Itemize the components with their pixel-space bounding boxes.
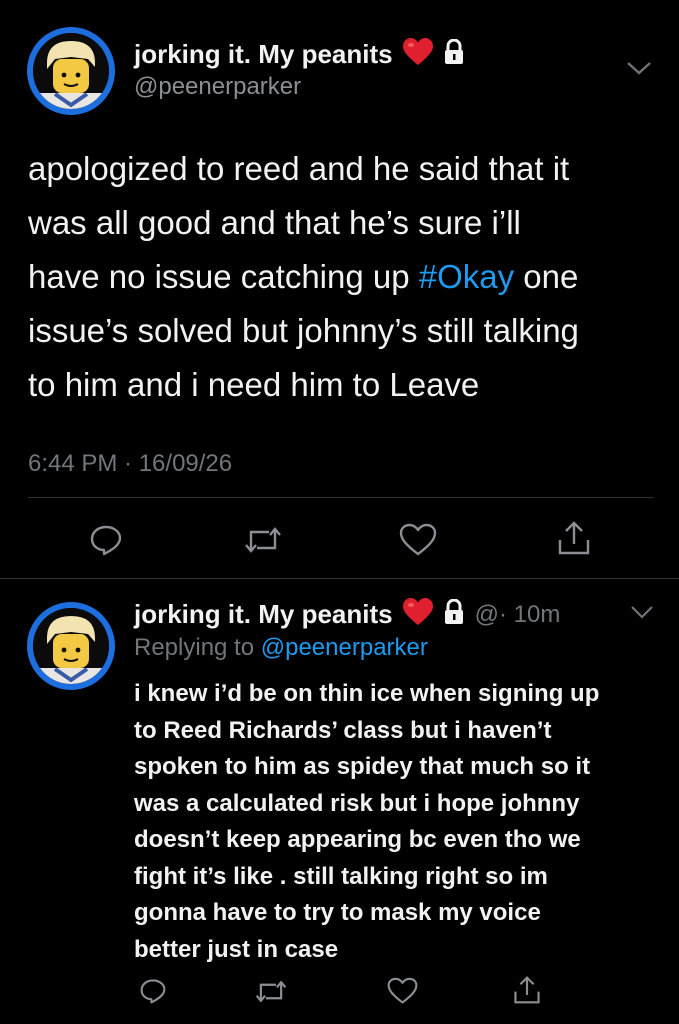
tweet-thread: jorking it. My peanits @peenerparker apo…	[0, 0, 679, 1024]
lock-icon	[443, 38, 465, 70]
reply-text-line: to Reed Richards’ class but i haven’t	[134, 716, 552, 744]
heart-icon	[387, 977, 417, 1004]
hashtag-link[interactable]: #Okay	[419, 258, 514, 295]
share-icon	[558, 521, 590, 555]
reply-button[interactable]	[137, 975, 169, 1007]
like-button[interactable]	[384, 975, 420, 1007]
reply-text-line: gonna have to try to mask my voice	[134, 899, 541, 926]
replying-prefix: Replying to	[134, 634, 261, 661]
reply-text-line: doesn’t keep appearing bc even tho we	[134, 826, 581, 853]
heart-emoji-icon	[402, 598, 433, 631]
reply-text-line: spoken to him as spidey that much so it	[134, 753, 591, 780]
reply-icon	[140, 979, 166, 1004]
tweet-text: apologized to reed and he said that it w…	[28, 142, 668, 412]
tweet-meta: @· 10m	[474, 600, 561, 628]
tweet-text-fragment: one	[514, 258, 579, 295]
share-icon	[514, 976, 540, 1004]
avatar[interactable]	[27, 27, 115, 115]
lock-icon	[443, 598, 465, 630]
reply-text-line: was a calculated risk but i hope johnny	[134, 789, 580, 817]
reply-button[interactable]	[86, 520, 126, 560]
reply-text-line: fight it’s like . still talking right so…	[134, 862, 548, 890]
avatar[interactable]	[27, 602, 115, 690]
like-button[interactable]	[396, 520, 440, 560]
retweet-icon	[245, 527, 281, 553]
tweet-text-line: apologized to reed and he said that it	[28, 150, 570, 187]
handle[interactable]: @peenerparker	[134, 73, 301, 101]
retweet-icon	[255, 980, 287, 1002]
retweet-button[interactable]	[241, 520, 285, 560]
reply-icon	[90, 525, 122, 556]
lego-minifig-avatar	[33, 608, 109, 684]
tweet-text-fragment: have no issue catching up	[28, 258, 419, 295]
tweet-text-line: was all good and that he’s sure i’ll	[28, 204, 521, 241]
tweet-text-line: to him and i need him to Leave	[28, 366, 480, 403]
tweet-text-line: issue’s solved but johnny’s still talkin…	[28, 312, 579, 349]
chevron-down-icon[interactable]	[630, 605, 654, 624]
tweet-text-line: have no issue catching up #Okay one	[28, 250, 668, 304]
reply-text-line: i knew i’d be on thin ice when signing u…	[134, 680, 600, 707]
share-button[interactable]	[554, 518, 594, 558]
lego-minifig-avatar	[33, 33, 109, 109]
author-name-row: jorking it. My peanits	[134, 38, 465, 71]
heart-icon	[399, 523, 437, 556]
author-name-row: jorking it. My peanits @· 10m	[134, 598, 560, 631]
heart-emoji-icon	[402, 38, 433, 71]
divider	[0, 578, 679, 579]
divider	[28, 497, 654, 498]
reply-text: i knew i’d be on thin ice when signing u…	[134, 676, 664, 968]
retweet-button[interactable]	[253, 975, 289, 1007]
mention-link[interactable]: @peenerparker	[261, 634, 428, 661]
share-button[interactable]	[511, 973, 543, 1007]
replying-to: Replying to @peenerparker	[134, 634, 428, 662]
display-name[interactable]: jorking it. My peanits	[134, 39, 393, 70]
timestamp[interactable]: 6:44 PM · 16/09/26	[28, 450, 232, 478]
display-name[interactable]: jorking it. My peanits	[134, 599, 393, 630]
chevron-down-icon[interactable]	[626, 60, 652, 81]
reply-text-line: better just in case	[134, 935, 339, 963]
